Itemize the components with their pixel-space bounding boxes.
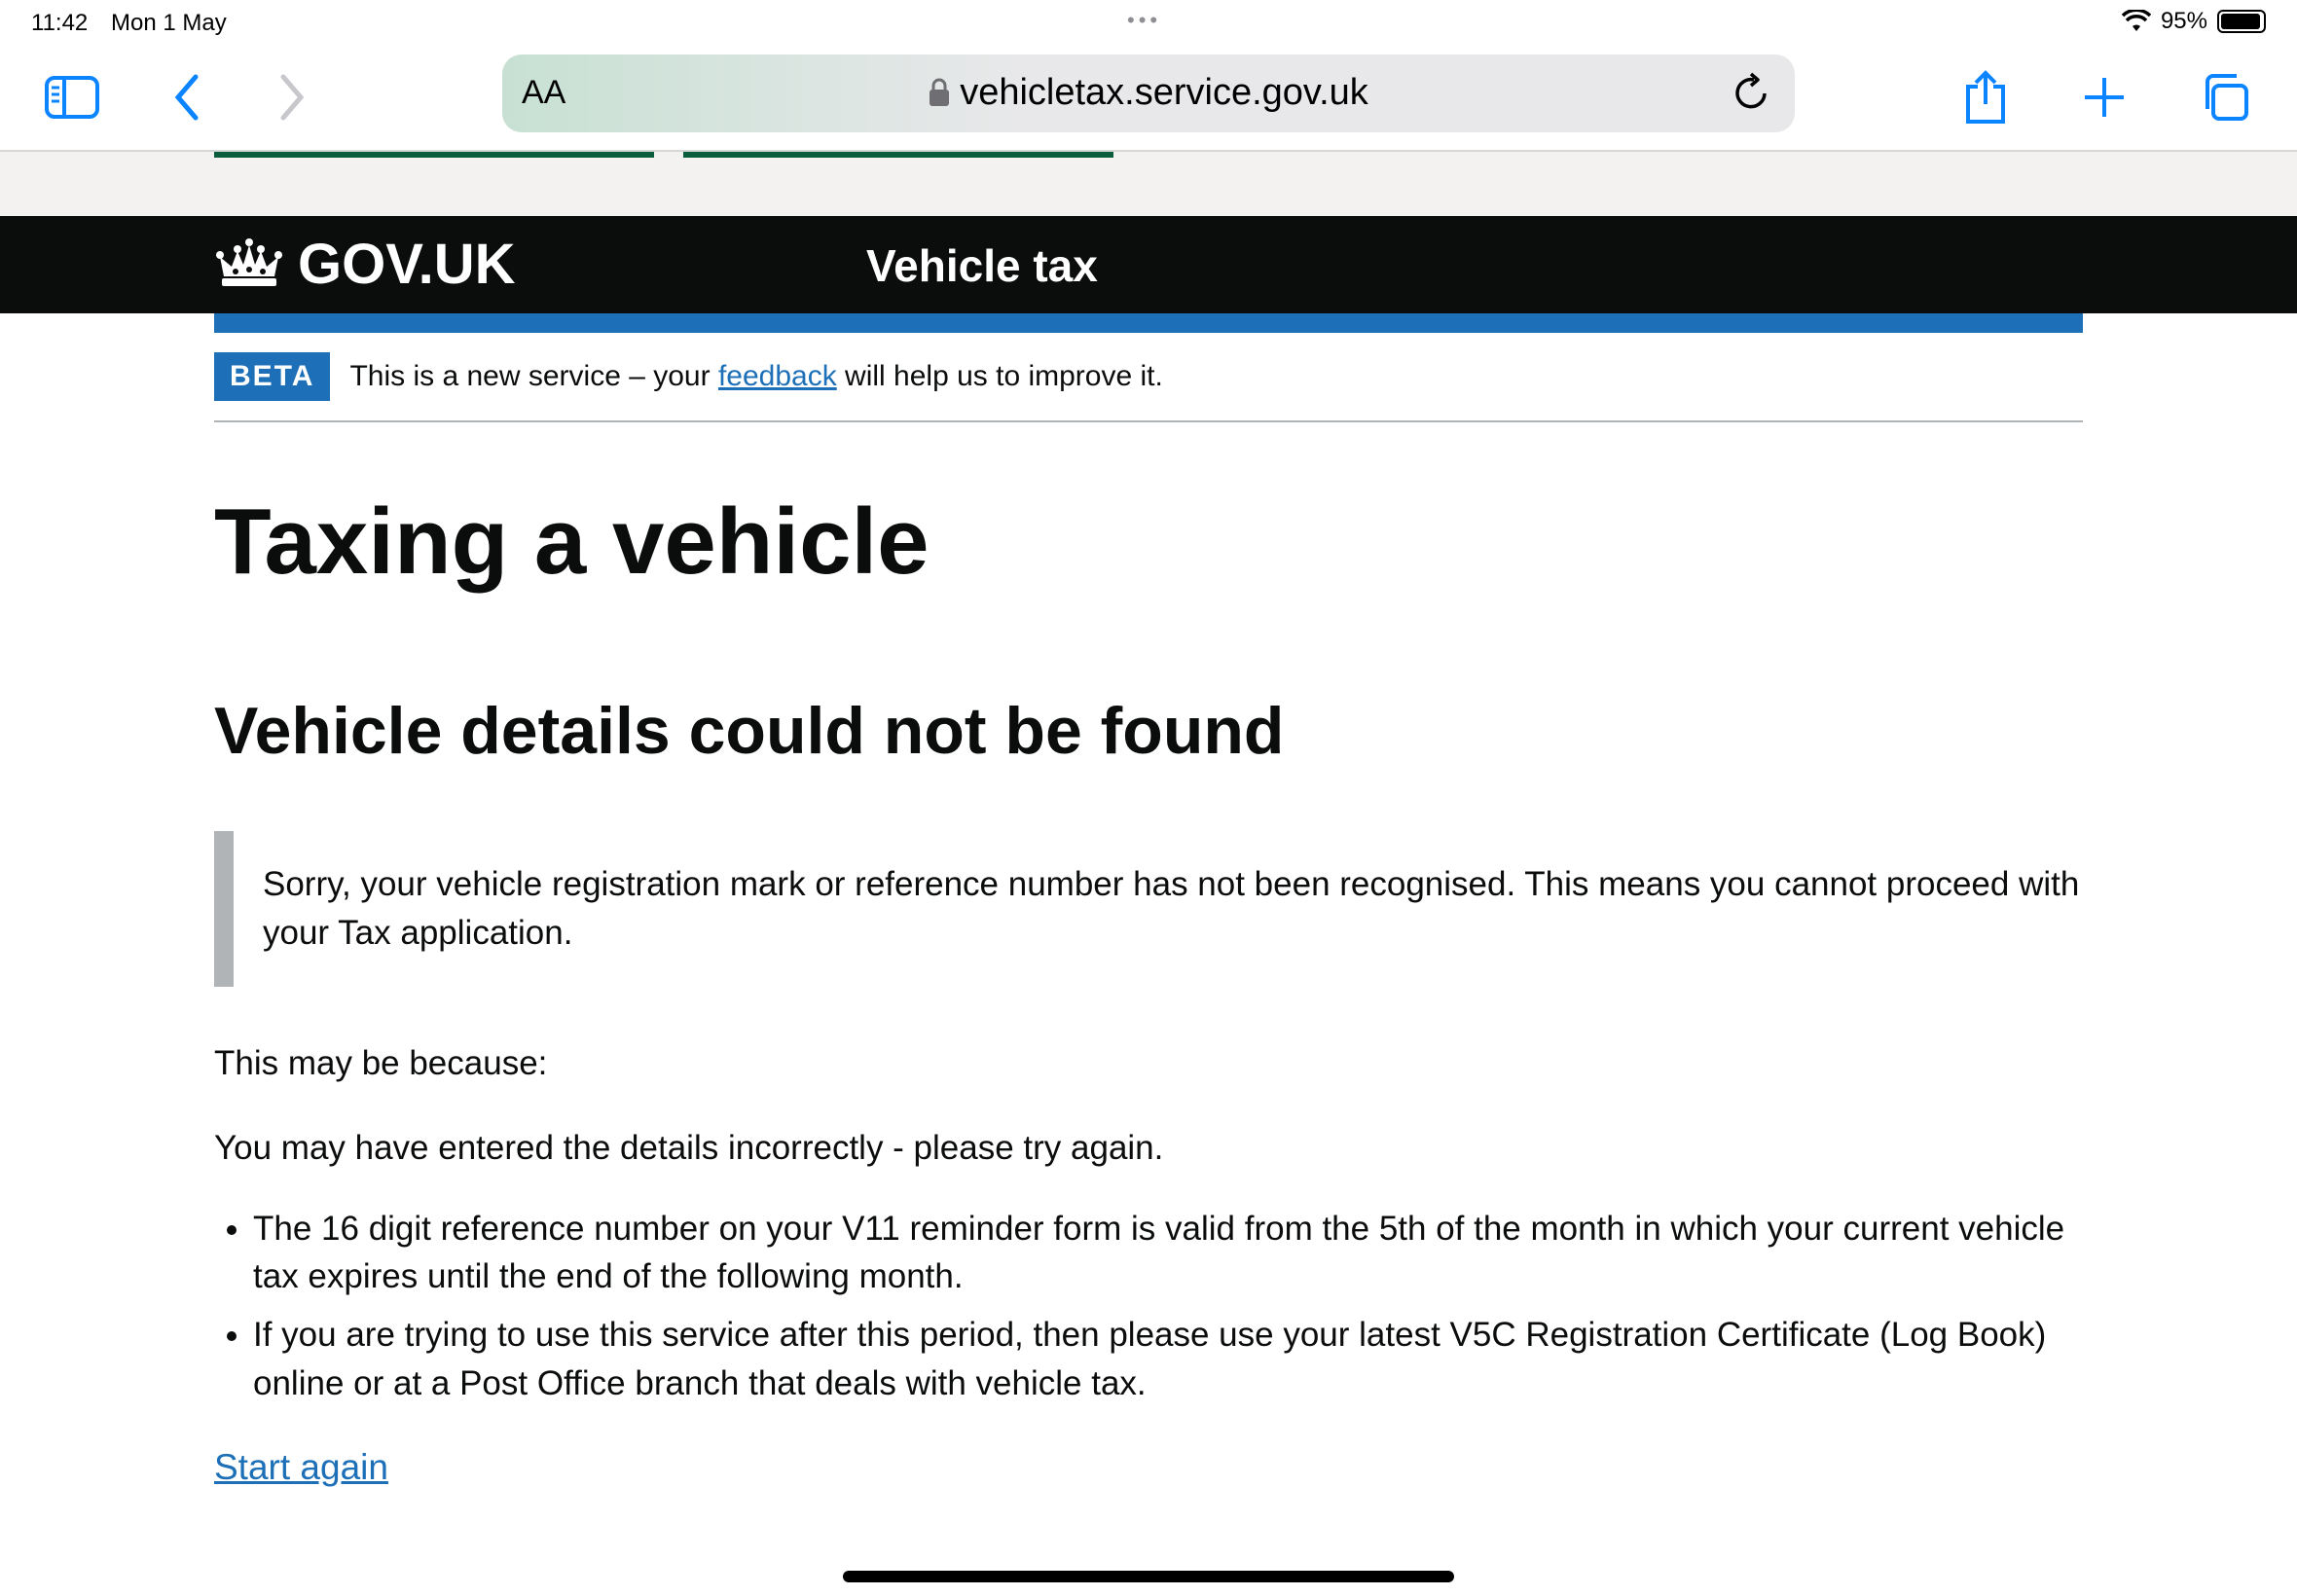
reason-intro: This may be because: bbox=[214, 1043, 548, 1082]
page-title: Taxing a vehicle bbox=[214, 490, 930, 594]
url-text: vehicletax.service.gov.uk bbox=[960, 72, 1368, 113]
crown-icon bbox=[216, 237, 282, 286]
start-again-link[interactable]: Start again bbox=[214, 1447, 388, 1488]
forward-button[interactable] bbox=[263, 68, 321, 127]
status-date: Mon 1 May bbox=[111, 10, 227, 36]
tab-strip-left bbox=[214, 152, 654, 158]
error-heading: Vehicle details could not be found bbox=[214, 693, 1285, 768]
browser-toolbar: AA vehicletax.service.gov.uk bbox=[0, 47, 2297, 152]
feedback-link[interactable]: feedback bbox=[718, 360, 837, 392]
chevron-right-icon bbox=[280, 74, 305, 121]
status-time: 11:42 bbox=[31, 10, 89, 36]
phase-banner: BETA This is a new service – your feedba… bbox=[214, 333, 2083, 422]
status-bar: 11:42 Mon 1 May ••• 95% bbox=[0, 0, 2297, 47]
phase-banner-text-after: will help us to improve it. bbox=[836, 360, 1163, 392]
phase-banner-text: This is a new service – your feedback wi… bbox=[349, 360, 1162, 393]
list-item: If you are trying to use this service af… bbox=[253, 1311, 2083, 1407]
back-button[interactable] bbox=[158, 68, 216, 127]
header-blue-rule bbox=[214, 313, 2083, 333]
share-icon[interactable] bbox=[1956, 68, 2015, 127]
chevron-left-icon bbox=[174, 74, 199, 121]
status-right: 95% bbox=[2121, 8, 2266, 35]
battery-percent: 95% bbox=[2160, 8, 2207, 34]
govuk-header: GOV.UK Vehicle tax bbox=[0, 216, 2297, 313]
phase-banner-text-before: This is a new service – your bbox=[349, 360, 718, 392]
battery-icon bbox=[2217, 10, 2266, 33]
list-item: The 16 digit reference number on your V1… bbox=[253, 1205, 2083, 1301]
url-display[interactable]: vehicletax.service.gov.uk bbox=[502, 72, 1795, 114]
lock-icon bbox=[930, 78, 950, 106]
reason-list: The 16 digit reference number on your V1… bbox=[214, 1205, 2083, 1408]
service-name-link[interactable]: Vehicle tax bbox=[866, 239, 1098, 292]
reason-details: You may have entered the details incorre… bbox=[214, 1128, 1164, 1167]
sidebar-icon[interactable] bbox=[43, 68, 101, 127]
govuk-logo-link[interactable]: GOV.UK bbox=[214, 232, 515, 297]
govuk-logo-text: GOV.UK bbox=[298, 233, 516, 296]
home-indicator[interactable] bbox=[843, 1571, 1454, 1582]
multitasking-dots-icon[interactable]: ••• bbox=[1127, 8, 1161, 33]
new-tab-icon[interactable] bbox=[2075, 68, 2133, 127]
address-bar[interactable]: AA vehicletax.service.gov.uk bbox=[502, 54, 1795, 132]
tab-strip-right bbox=[683, 152, 1113, 158]
main-content: Taxing a vehicle Vehicle details could n… bbox=[214, 422, 2083, 1488]
beta-tag: BETA bbox=[214, 352, 331, 401]
inset-text: Sorry, your vehicle registration mark or… bbox=[214, 831, 2083, 987]
wifi-icon bbox=[2121, 10, 2151, 31]
page-top-remnant bbox=[0, 152, 2297, 216]
tabs-overview-icon[interactable] bbox=[2196, 68, 2254, 127]
reload-icon[interactable] bbox=[1732, 72, 1771, 120]
